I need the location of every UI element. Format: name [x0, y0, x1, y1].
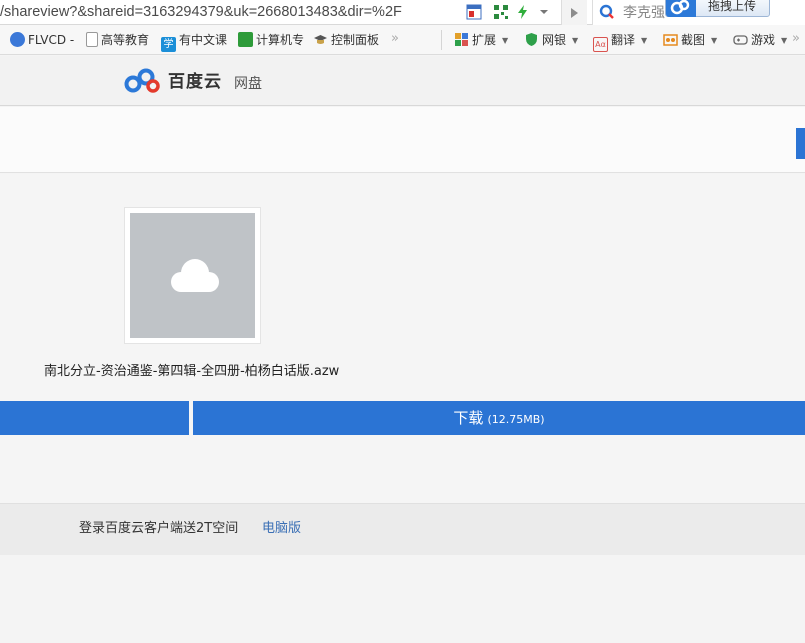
globe-icon: [10, 32, 25, 47]
tool-label: 网银: [542, 33, 567, 47]
favorite-label: 计算机专: [256, 33, 305, 47]
save-button[interactable]: [0, 401, 189, 435]
search-input[interactable]: 李克强: [623, 3, 665, 22]
caret-down-icon: ▼: [502, 36, 509, 45]
translate-icon: Aα: [593, 37, 608, 52]
thumbnail-placeholder: [130, 213, 255, 338]
caret-down-icon: ▼: [711, 36, 718, 45]
gamepad-icon: [733, 32, 748, 47]
tool-translate[interactable]: Aα 翻译 ▼: [593, 32, 648, 52]
baidu-cloud-logo-icon[interactable]: [124, 67, 164, 95]
download-label: 下载: [453, 409, 484, 427]
scissors-icon: [663, 32, 678, 47]
favorites-divider: [441, 30, 442, 50]
share-toolbar: [0, 107, 805, 173]
page-icon: [86, 32, 98, 47]
tool-label: 游戏: [751, 33, 776, 47]
dropdown-arrow-icon[interactable]: [539, 4, 549, 20]
page-background: [0, 556, 805, 643]
client-promo-text: 登录百度云客户端送2T空间: [79, 521, 239, 536]
file-preview-area: 南北分立-资治通鉴-第四辑-全四册-柏杨白话版.azw 下载 (12.75MB): [0, 174, 805, 503]
tool-label: 翻译: [611, 33, 636, 47]
favorite-label: 高等教育: [101, 33, 150, 47]
url-field[interactable]: /shareview?&shareid=3163294379&uk=266801…: [0, 3, 462, 22]
shield-icon: [524, 32, 539, 47]
graduation-cap-icon: [313, 32, 328, 47]
favorite-chinese-courses[interactable]: 学有中文课: [161, 32, 228, 52]
favorite-label: 有中文课: [179, 33, 228, 47]
favorite-label: 控制面板: [331, 33, 380, 47]
logo-text[interactable]: 百度云: [168, 72, 222, 92]
favorites-bar: FLVCD - 高等教育 学有中文课 计算机专 控制面板 » 扩展 ▼ 网银 ▼ A…: [0, 25, 805, 55]
lightning-icon[interactable]: [515, 4, 531, 20]
search-engine-icon[interactable]: [599, 4, 615, 20]
download-size: (12.75MB): [487, 413, 545, 426]
tool-label: 扩展: [472, 33, 497, 47]
tool-label: 截图: [681, 33, 706, 47]
favorite-label: FLVCD -: [28, 33, 75, 47]
xue-icon: 学: [161, 37, 176, 52]
tool-online-banking[interactable]: 网银 ▼: [524, 32, 578, 48]
favorite-control-panel[interactable]: 控制面板: [313, 32, 379, 48]
go-button[interactable]: [561, 0, 587, 25]
tool-games[interactable]: 游戏 ▼: [733, 32, 787, 48]
caret-down-icon: ▼: [572, 36, 579, 45]
extension-grid-icon: [454, 32, 469, 47]
file-thumbnail[interactable]: [124, 207, 261, 344]
toolbar-overflow-icon[interactable]: »: [792, 31, 800, 46]
browser-address-bar: /shareview?&shareid=3163294379&uk=266801…: [0, 0, 805, 25]
tool-extensions[interactable]: 扩展 ▼: [454, 32, 508, 48]
download-button[interactable]: 下载 (12.75MB): [193, 401, 805, 435]
logo-subtitle: 网盘: [234, 76, 262, 92]
footer-bar: 登录百度云客户端送2T空间 电脑版: [0, 503, 805, 555]
favorite-higher-education[interactable]: 高等教育: [86, 32, 149, 48]
save-to-cloud-button[interactable]: [796, 128, 805, 159]
cloud-icon: [167, 256, 223, 296]
green-book-icon: [238, 32, 253, 47]
baidu-cloud-logo-icon: [666, 0, 696, 17]
favorite-computer-major[interactable]: 计算机专: [238, 32, 304, 48]
site-header: 百度云 网盘: [0, 56, 805, 106]
qr-code-icon[interactable]: [493, 4, 509, 20]
drag-upload-label: 拖拽上传: [708, 0, 757, 13]
reader-mode-icon[interactable]: [466, 4, 482, 20]
tool-screenshot[interactable]: 截图 ▼: [663, 32, 717, 48]
caret-down-icon: ▼: [641, 36, 648, 45]
drag-upload-button[interactable]: 拖拽上传: [665, 0, 770, 17]
favorite-flvcd[interactable]: FLVCD -: [10, 32, 74, 48]
file-name: 南北分立-资治通鉴-第四辑-全四册-柏杨白话版.azw: [44, 364, 340, 379]
caret-down-icon: ▼: [781, 36, 788, 45]
pc-version-link[interactable]: 电脑版: [262, 521, 301, 537]
favorites-more-icon[interactable]: »: [391, 31, 399, 46]
